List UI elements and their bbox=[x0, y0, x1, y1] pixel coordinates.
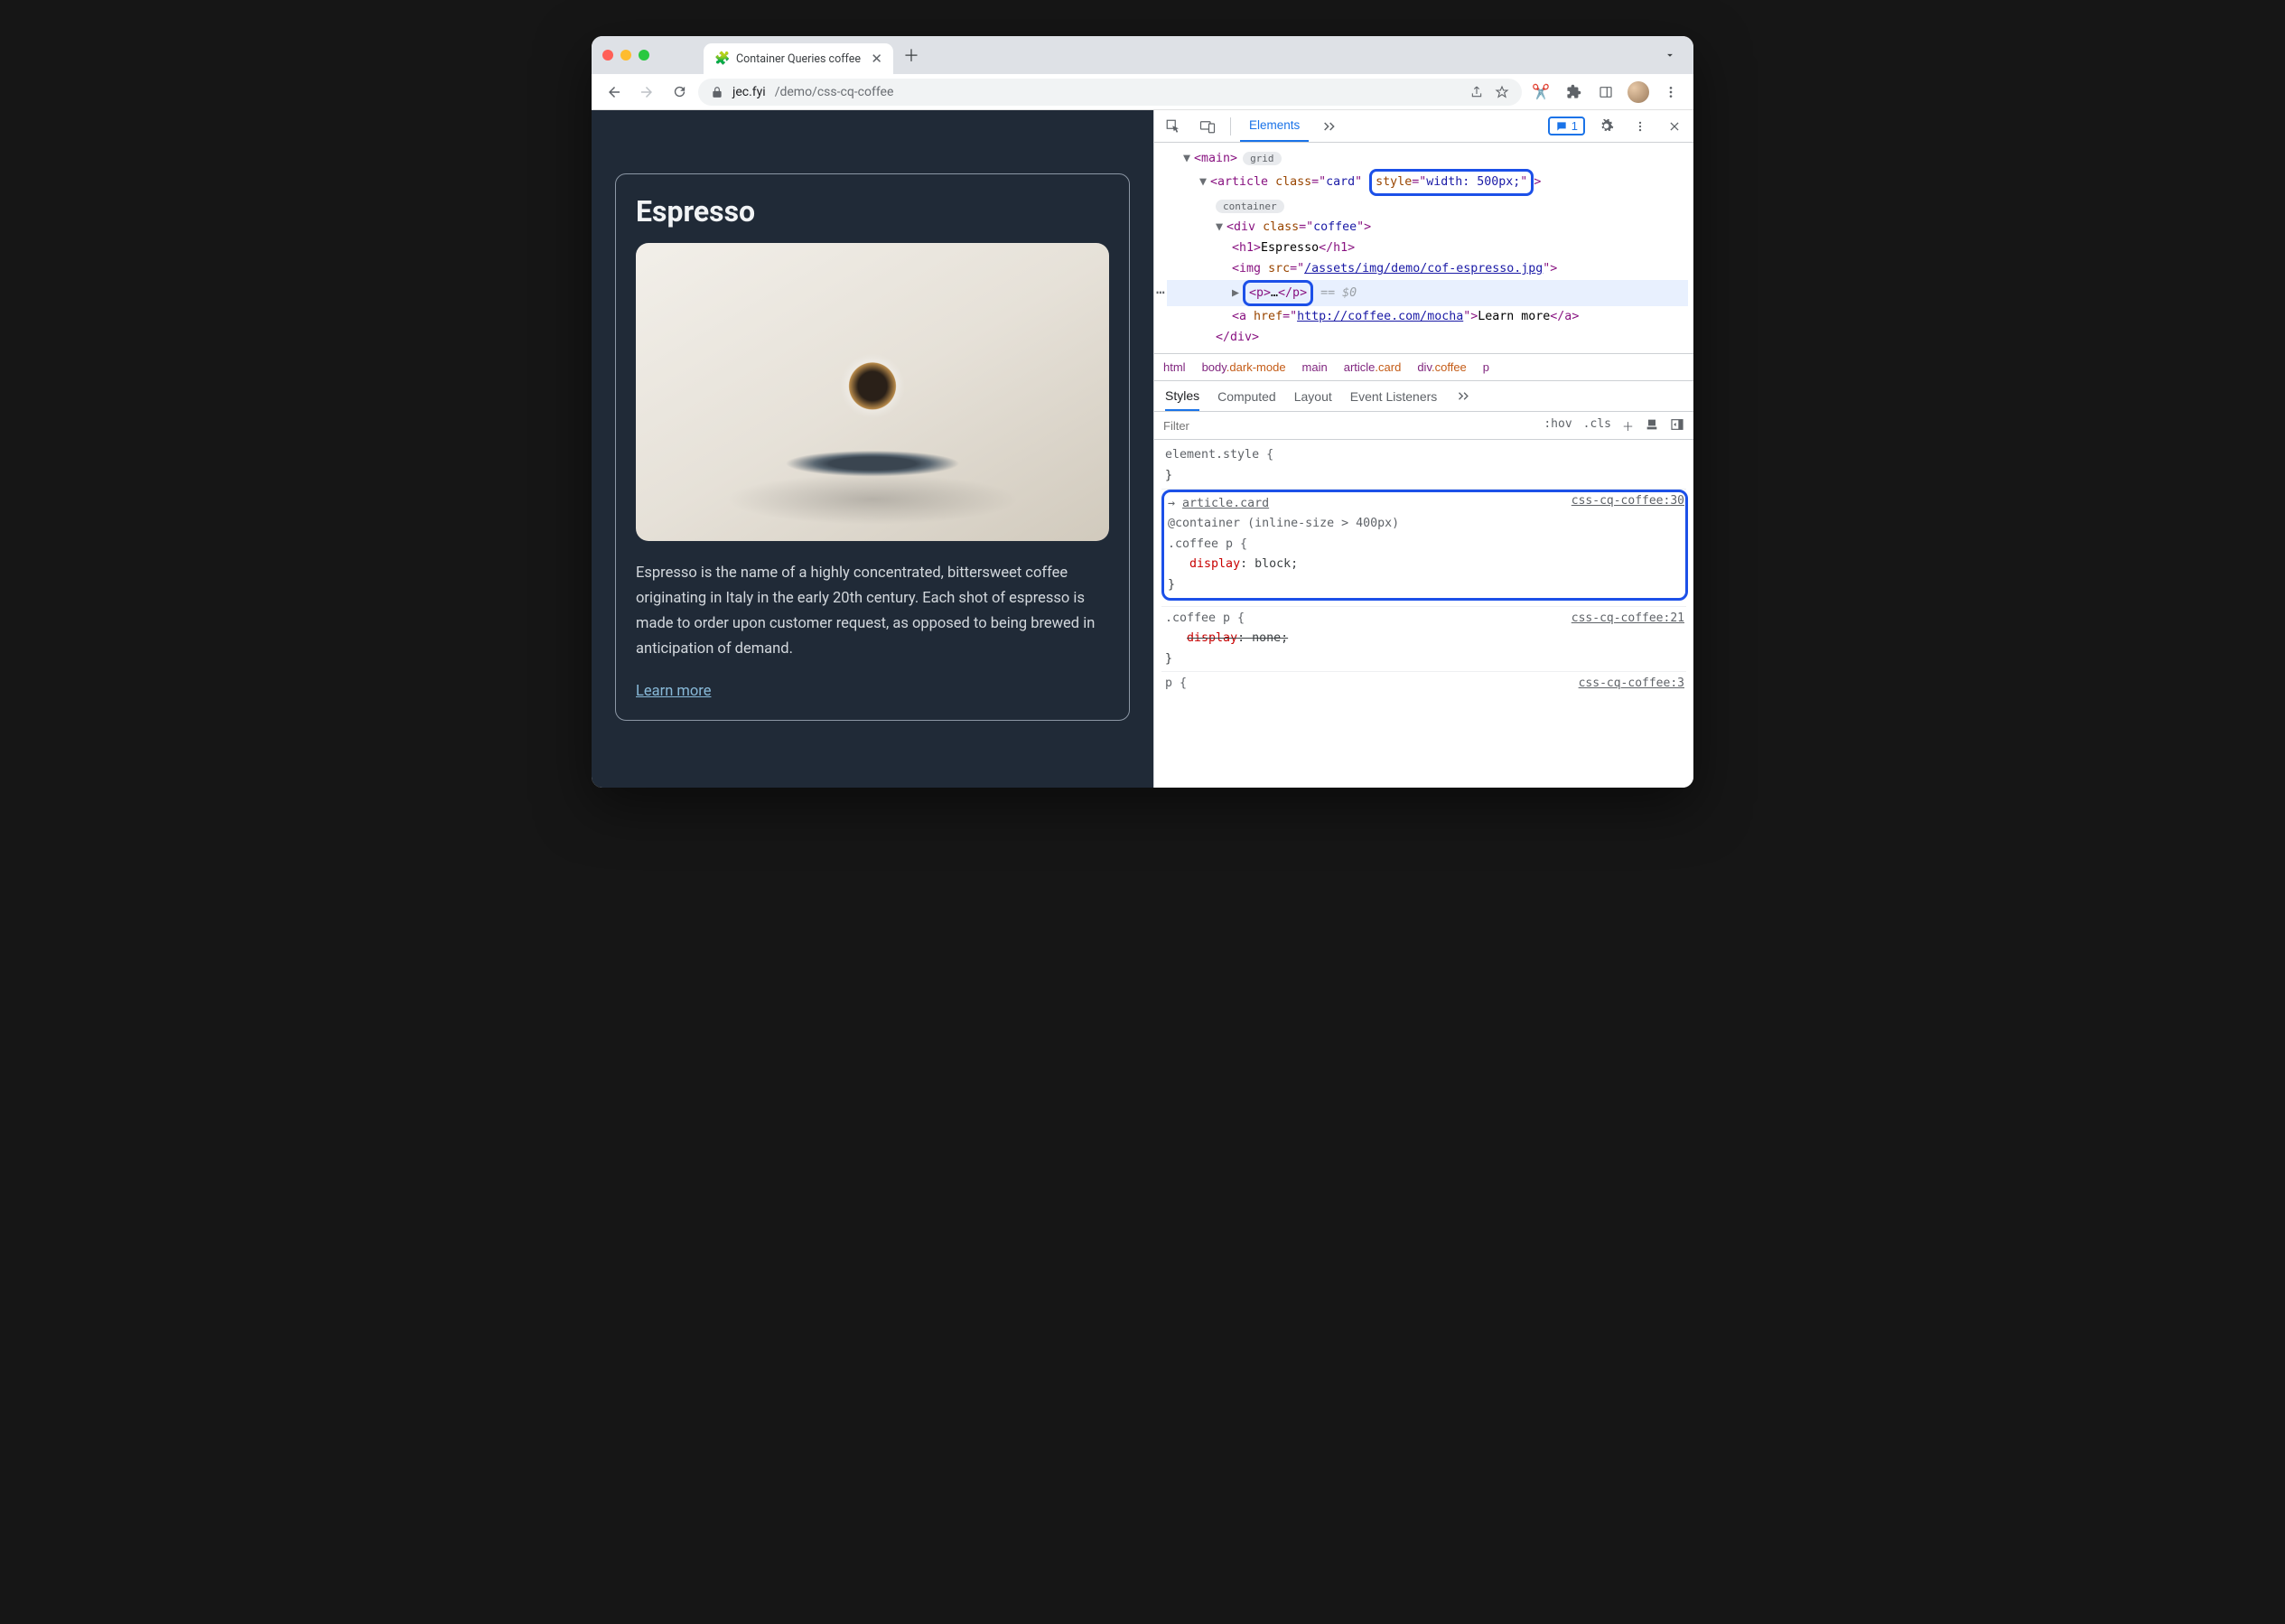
toolbar: jec.fyi/demo/css-cq-coffee ✂️ bbox=[592, 74, 1693, 110]
url-path: /demo/css-cq-coffee bbox=[775, 85, 894, 99]
styles-subtabs: Styles Computed Layout Event Listeners bbox=[1154, 380, 1693, 411]
devtools-close-button[interactable] bbox=[1661, 113, 1688, 140]
address-bar[interactable]: jec.fyi/demo/css-cq-coffee bbox=[698, 79, 1522, 106]
new-tab-button[interactable]: ＋ bbox=[899, 42, 924, 68]
chevrons-right-icon bbox=[1322, 121, 1337, 132]
more-tabs-button[interactable] bbox=[1316, 113, 1343, 140]
selected-dom-node[interactable]: ▶<p>…</p> == $0 bbox=[1167, 280, 1688, 306]
tabs-dropdown-button[interactable] bbox=[1657, 42, 1683, 68]
device-toolbar-button[interactable] bbox=[1194, 113, 1221, 140]
issues-count: 1 bbox=[1572, 119, 1578, 133]
more-subtabs-button[interactable] bbox=[1450, 383, 1477, 410]
rendered-page: Espresso Espresso is the name of a highl… bbox=[592, 110, 1153, 788]
issues-badge[interactable]: 1 bbox=[1548, 117, 1585, 135]
tab-computed[interactable]: Computed bbox=[1217, 389, 1276, 404]
rule-element-style[interactable]: element.style { } bbox=[1161, 443, 1686, 489]
kebab-icon bbox=[1634, 120, 1646, 133]
favicon-icon: 🧩 bbox=[714, 51, 729, 66]
forward-button[interactable] bbox=[633, 79, 660, 106]
browser-tab[interactable]: 🧩 Container Queries coffee ✕ bbox=[704, 43, 893, 74]
dom-tree[interactable]: ▼<main>grid ▼<article class="card" style… bbox=[1154, 143, 1693, 353]
highlight-style-attr: style="width: 500px;" bbox=[1369, 169, 1534, 195]
espresso-image bbox=[636, 243, 1109, 541]
rule-source-link[interactable]: css-cq-coffee:3 bbox=[1579, 674, 1684, 694]
tab-elements[interactable]: Elements bbox=[1240, 110, 1309, 142]
crumb[interactable]: html bbox=[1163, 360, 1186, 374]
brush-icon[interactable] bbox=[1645, 417, 1659, 432]
lock-icon bbox=[711, 86, 723, 98]
devtools-menu-button[interactable] bbox=[1627, 113, 1654, 140]
highlight-p-node: <p>…</p> bbox=[1243, 280, 1313, 306]
rule-coffee-p[interactable]: .coffee p { css-cq-coffee:21 display: no… bbox=[1161, 607, 1686, 673]
chrome-menu-button[interactable] bbox=[1657, 79, 1684, 106]
window-controls bbox=[602, 50, 649, 61]
container-badge[interactable]: container bbox=[1216, 200, 1284, 213]
side-panel-button[interactable] bbox=[1592, 79, 1619, 106]
kebab-icon bbox=[1664, 85, 1678, 99]
scissors-extension-icon[interactable]: ✂️ bbox=[1527, 79, 1554, 106]
minimize-window-button[interactable] bbox=[620, 50, 631, 61]
styles-filter-row: :hov .cls ＋ bbox=[1154, 411, 1693, 440]
close-tab-button[interactable]: ✕ bbox=[871, 51, 882, 67]
styles-filter-input[interactable] bbox=[1163, 419, 1534, 433]
gear-icon bbox=[1599, 118, 1614, 134]
cls-toggle[interactable]: .cls bbox=[1583, 417, 1611, 434]
close-icon bbox=[1668, 120, 1681, 133]
browser-window: 🧩 Container Queries coffee ✕ ＋ jec.fyi/d… bbox=[592, 36, 1693, 788]
inspect-element-button[interactable] bbox=[1160, 113, 1187, 140]
rule-container-query[interactable]: → article.card @container (inline-size >… bbox=[1161, 490, 1686, 607]
chevrons-right-icon bbox=[1457, 391, 1470, 401]
inspect-icon bbox=[1165, 118, 1181, 135]
devtools-settings-button[interactable] bbox=[1592, 113, 1619, 140]
chat-icon bbox=[1555, 120, 1568, 133]
devtools-toolbar: Elements 1 bbox=[1154, 110, 1693, 143]
crumb[interactable]: body.dark-mode bbox=[1202, 360, 1286, 374]
crumb[interactable]: article.card bbox=[1344, 360, 1402, 374]
share-icon[interactable] bbox=[1469, 85, 1484, 99]
zoom-window-button[interactable] bbox=[639, 50, 649, 61]
tab-layout[interactable]: Layout bbox=[1294, 389, 1332, 404]
back-button[interactable] bbox=[601, 79, 628, 106]
reload-icon bbox=[672, 84, 687, 99]
rule-source-link[interactable]: css-cq-coffee:21 bbox=[1572, 609, 1684, 629]
rule-source-link[interactable]: css-cq-coffee:30 bbox=[1572, 491, 1684, 511]
tab-title: Container Queries coffee bbox=[736, 52, 861, 66]
devices-icon bbox=[1199, 118, 1216, 135]
dom-breadcrumbs[interactable]: html body.dark-mode main article.card di… bbox=[1154, 353, 1693, 380]
profile-button[interactable] bbox=[1625, 79, 1652, 106]
tab-styles[interactable]: Styles bbox=[1165, 381, 1199, 411]
avatar-icon bbox=[1627, 81, 1649, 103]
grid-badge[interactable]: grid bbox=[1243, 152, 1282, 165]
star-icon[interactable] bbox=[1495, 85, 1509, 99]
crumb[interactable]: main bbox=[1302, 360, 1328, 374]
close-window-button[interactable] bbox=[602, 50, 613, 61]
page-description: Espresso is the name of a highly concent… bbox=[636, 561, 1109, 662]
sidebar-toggle-icon[interactable] bbox=[1670, 417, 1684, 432]
arrow-left-icon bbox=[606, 84, 622, 100]
url-host: jec.fyi bbox=[732, 85, 766, 99]
panel-icon bbox=[1599, 85, 1613, 99]
content-area: Espresso Espresso is the name of a highl… bbox=[592, 110, 1693, 788]
crumb[interactable]: p bbox=[1483, 360, 1489, 374]
page-title: Espresso bbox=[636, 194, 1109, 229]
styles-rules[interactable]: element.style { } → article.card @contai… bbox=[1154, 440, 1693, 788]
rule-p[interactable]: p { css-cq-coffee:3 bbox=[1161, 672, 1686, 696]
extensions-button[interactable] bbox=[1560, 79, 1587, 106]
puzzle-icon bbox=[1566, 84, 1581, 99]
chevron-down-icon bbox=[1664, 49, 1676, 61]
titlebar: 🧩 Container Queries coffee ✕ ＋ bbox=[592, 36, 1693, 74]
devtools-panel: Elements 1 ▼<ma bbox=[1153, 110, 1693, 788]
coffee-card: Espresso Espresso is the name of a highl… bbox=[615, 173, 1130, 721]
tab-event-listeners[interactable]: Event Listeners bbox=[1350, 389, 1438, 404]
new-rule-button[interactable]: ＋ bbox=[1622, 417, 1634, 434]
hov-toggle[interactable]: :hov bbox=[1544, 417, 1572, 434]
reload-button[interactable] bbox=[666, 79, 693, 106]
learn-more-link[interactable]: Learn more bbox=[636, 683, 711, 700]
crumb[interactable]: div.coffee bbox=[1417, 360, 1466, 374]
arrow-right-icon bbox=[639, 84, 655, 100]
